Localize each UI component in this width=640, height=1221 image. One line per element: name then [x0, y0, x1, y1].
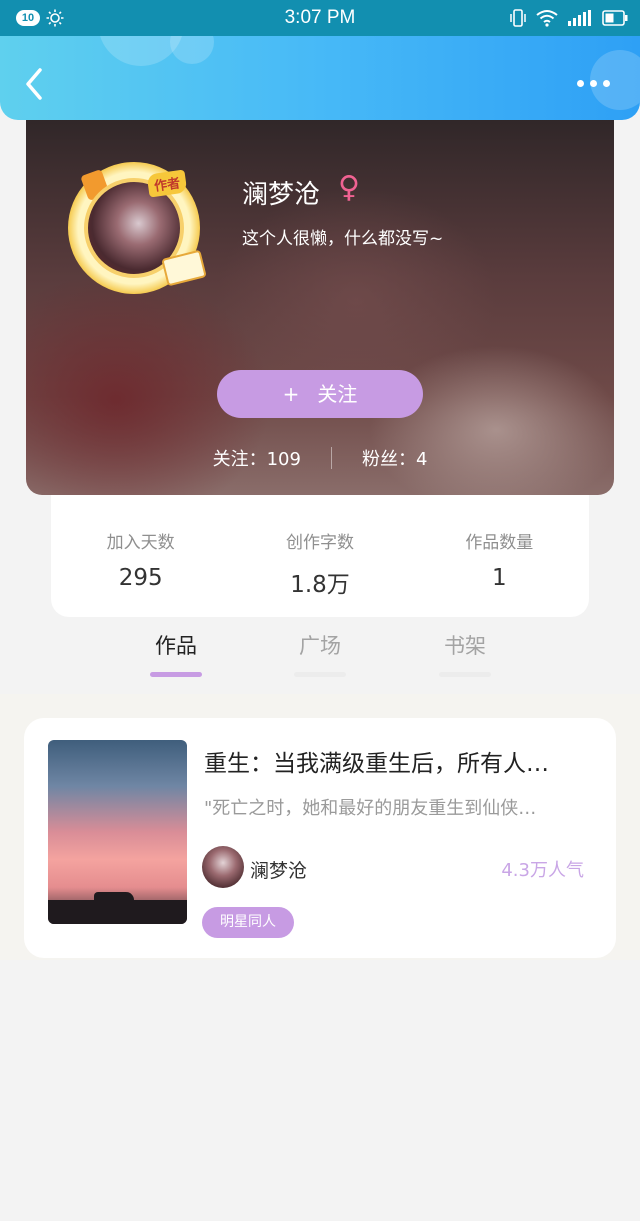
divider — [330, 447, 332, 469]
fans-count[interactable]: 粉丝：4 — [362, 445, 427, 471]
tab-indicator — [294, 672, 346, 677]
stat-label: 作品数量 — [465, 533, 534, 553]
wifi-icon — [536, 10, 558, 27]
tab-bookshelf[interactable]: 书架 — [437, 630, 493, 677]
battery-icon — [602, 10, 628, 26]
stats-panel: 加入天数 295 创作字数 1.8万 作品数量 1 — [51, 482, 589, 617]
app-header: 10 3:07 PM — [0, 0, 640, 120]
stat-works: 作品数量 1 — [410, 482, 589, 617]
stat-words: 创作字数 1.8万 — [230, 482, 409, 617]
tab-square[interactable]: 广场 — [292, 630, 348, 677]
book-cover[interactable] — [48, 740, 187, 924]
author-avatar[interactable] — [202, 846, 244, 888]
stat-days: 加入天数 295 — [51, 482, 230, 617]
follow-stats: 关注：109 粉丝：4 — [26, 445, 614, 471]
stat-value: 295 — [118, 565, 163, 591]
stat-label: 创作字数 — [285, 533, 354, 553]
work-card[interactable]: 重生：当我满级重生后，所有人… "死亡之时，她和最好的朋友重生到仙侠… 澜梦沧 … — [24, 718, 616, 958]
popularity-count: 4.3万人气 — [501, 860, 584, 881]
book-title[interactable]: 重生：当我满级重生后，所有人… — [204, 744, 604, 778]
following-count[interactable]: 关注：109 — [213, 445, 301, 471]
genre-tag[interactable]: 明星同人 — [202, 907, 294, 938]
stat-value: 1.8万 — [290, 572, 350, 598]
book-author[interactable]: 澜梦沧 — [250, 856, 307, 883]
profile-name: 澜梦沧 — [242, 180, 321, 210]
status-icons — [510, 8, 628, 28]
cover-ground — [48, 900, 187, 924]
plus-icon: + — [282, 382, 300, 406]
female-icon: ♀ — [338, 170, 360, 205]
tab-works[interactable]: 作品 — [148, 630, 204, 677]
stat-value: 1 — [492, 565, 507, 591]
signal-icon — [568, 10, 591, 26]
stat-label: 加入天数 — [106, 533, 175, 553]
status-bar: 10 3:07 PM — [0, 0, 640, 36]
follow-button[interactable]: + 关注 — [217, 370, 423, 418]
tab-label: 广场 — [299, 634, 341, 658]
back-icon[interactable] — [22, 66, 50, 102]
profile-bio: 这个人很懒，什么都没写~ — [242, 229, 444, 249]
follow-label: 关注 — [317, 382, 358, 406]
tab-label: 书架 — [444, 634, 486, 658]
tab-label: 作品 — [155, 634, 197, 658]
vibrate-icon — [510, 9, 526, 27]
more-options-icon[interactable] — [577, 80, 610, 87]
tab-indicator — [150, 672, 202, 677]
book-description: "死亡之时，她和最好的朋友重生到仙侠… — [204, 798, 537, 819]
tab-indicator — [439, 672, 491, 677]
avatar-frame: 作者 — [68, 162, 207, 294]
author-badge: 作者 — [146, 169, 188, 198]
profile-card: 作者 澜梦沧 ♀ 这个人很懒，什么都没写~ + 关注 关注：109 粉丝：4 — [26, 100, 614, 495]
